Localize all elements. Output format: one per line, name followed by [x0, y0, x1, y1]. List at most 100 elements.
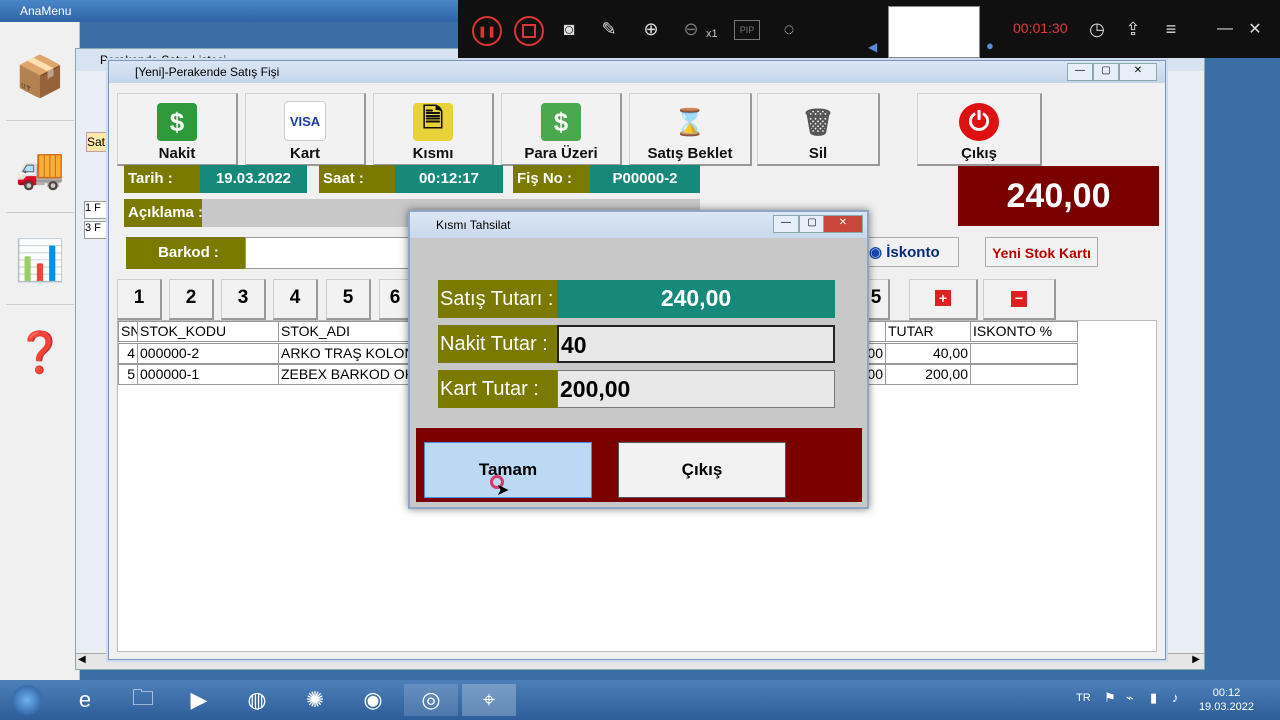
grid-cell-code[interactable]: 000000-2 [137, 343, 279, 364]
background-tab[interactable]: Satı [86, 132, 110, 152]
tray-time: 00:12 [1212, 687, 1241, 699]
warehouse-boxes-icon[interactable]: 📦 [6, 32, 74, 121]
grid-cell-name[interactable]: ARKO TRAŞ KOLONY [278, 343, 410, 364]
speaker-icon[interactable]: ◀ [868, 40, 877, 54]
cash-button-label: Nakit [158, 145, 196, 162]
camera-icon[interactable]: ◙ [556, 16, 582, 42]
anamenu-title: AnaMenu [20, 4, 72, 18]
partial-button[interactable]: 🗎 Kısmı [373, 93, 494, 166]
number-button-1[interactable]: 1 [117, 279, 162, 320]
pause-icon[interactable]: ❚❚ [472, 16, 502, 46]
barcode-scanner-app-icon[interactable]: ⌖ [462, 684, 516, 716]
mouse-cursor-icon: ➤ [496, 482, 510, 499]
grid-header-sn[interactable]: SN [118, 321, 138, 342]
number-button-5[interactable]: 5 [326, 279, 371, 320]
time-value: 00:12:17 [395, 165, 503, 193]
grid-cell-total[interactable]: 200,00 [885, 364, 971, 385]
close-icon[interactable]: ✕ [1242, 16, 1268, 42]
zoom-out-icon[interactable]: ⊖ [678, 16, 704, 42]
cash-amount-input[interactable]: 40 [557, 325, 835, 363]
barcode-label: Barkod : [126, 237, 247, 269]
grid-cell-sn[interactable]: 5 [118, 364, 138, 385]
volume-icon[interactable]: ♪ [1172, 690, 1179, 705]
time-label: Saat : [319, 165, 397, 193]
fan-app-icon[interactable]: ✺ [288, 684, 342, 716]
grid-header-discount[interactable]: ISKONTO % [970, 321, 1078, 342]
hold-sale-button[interactable]: ⌛ Satış Beklet [629, 93, 752, 166]
dialog-close-button[interactable]: ✕ [823, 215, 863, 233]
grid-cell-total[interactable]: 40,00 [885, 343, 971, 364]
timer-icon[interactable]: ◷ [1084, 16, 1110, 42]
change-button[interactable]: $ Para Üzeri [501, 93, 622, 166]
export-icon[interactable]: ⇪ [1120, 16, 1146, 42]
date-value: 19.03.2022 [200, 165, 307, 193]
maximize-button[interactable]: ▢ [1093, 63, 1119, 81]
internet-explorer-icon[interactable]: e [58, 684, 112, 716]
number-button-2[interactable]: 2 [169, 279, 214, 320]
grid-header-code[interactable]: STOK_KODU [137, 321, 279, 342]
dialog-titlebar: Kısmı Tahsilat — ▢ ✕ [410, 212, 867, 238]
chrome-icon[interactable]: ◉ [346, 684, 400, 716]
zoom-in-icon[interactable]: ⊕ [638, 16, 664, 42]
window-titlebar: [Yeni]-Perakende Satış Fişi — ▢ ✕ [109, 61, 1165, 83]
grid-cell-discount[interactable] [970, 343, 1078, 364]
remove-quantity-button[interactable]: − [983, 279, 1056, 320]
trash-icon: 🗑 [801, 106, 835, 137]
preview-thumbnail[interactable] [888, 6, 980, 58]
scroll-right-icon[interactable]: ▶ [1192, 654, 1200, 665]
coins-icon: $ [541, 103, 581, 141]
barcode-input[interactable] [245, 237, 415, 269]
delete-button[interactable]: 🗑 Sil [757, 93, 880, 166]
new-stock-card-button[interactable]: Yeni Stok Kartı [985, 237, 1098, 267]
cash-button[interactable]: $ Nakit [117, 93, 238, 166]
discount-button[interactable]: ◉ İskonto [864, 237, 959, 267]
total-amount-display: 240,00 [958, 166, 1159, 226]
network-icon[interactable]: ▮ [1150, 690, 1157, 706]
minimize-icon[interactable]: — [1212, 16, 1238, 42]
number-button-4[interactable]: 4 [273, 279, 318, 320]
power-plug-icon[interactable]: ⌁ [1126, 690, 1134, 706]
stop-icon[interactable] [514, 16, 544, 46]
action-center-icon[interactable]: ⚑ [1104, 690, 1116, 706]
grid-header-name[interactable]: STOK_ADI [278, 321, 410, 342]
grid-cell-code[interactable]: 000000-1 [137, 364, 279, 385]
tray-clock[interactable]: 00:12 19.03.2022 [1199, 686, 1254, 714]
documents-icon: 🗎 [413, 103, 453, 141]
receipt-no-label: Fiş No : [513, 165, 592, 193]
grid-cell-discount[interactable] [970, 364, 1078, 385]
grid-cell-sn[interactable]: 4 [118, 343, 138, 364]
add-quantity-button[interactable]: + [909, 279, 978, 320]
card-amount-input[interactable]: 200,00 [557, 370, 835, 408]
grid-cell-name[interactable]: ZEBEX BARKOD OKU [278, 364, 410, 385]
help-icon[interactable]: ❓ [6, 308, 74, 396]
date-label: Tarih : [124, 165, 202, 193]
card-button-label: Kart [289, 145, 320, 162]
delivery-truck-icon[interactable]: 🚚 [6, 124, 74, 213]
settings-icon[interactable]: ≡ [1158, 16, 1184, 42]
dialog-button-bar: Tamam Çıkış [416, 428, 862, 502]
dialog-minimize-button[interactable]: — [773, 215, 799, 233]
dialog-exit-button[interactable]: Çıkış [618, 442, 786, 498]
dialog-maximize-button[interactable]: ▢ [799, 215, 825, 233]
scroll-left-icon[interactable]: ◀ [78, 654, 86, 665]
microphone-icon[interactable]: ● [986, 38, 994, 53]
pencil-icon[interactable]: ✎ [596, 16, 622, 42]
exit-button[interactable]: ⏻ Çıkış [917, 93, 1042, 166]
background-row: 3 F [84, 221, 110, 239]
close-button[interactable]: ✕ [1119, 63, 1157, 81]
sale-total-value: 240,00 [557, 280, 835, 318]
file-explorer-icon[interactable]: 🗀 [116, 684, 170, 716]
media-player-icon[interactable]: ▶ [172, 684, 226, 716]
firefox-icon[interactable]: ◍ [230, 684, 284, 716]
minimize-button[interactable]: — [1067, 63, 1093, 81]
language-indicator[interactable]: TR [1076, 692, 1091, 704]
grid-header-total[interactable]: TUTAR [885, 321, 971, 342]
bar-chart-icon[interactable]: 📊 [6, 216, 74, 305]
number-button-3[interactable]: 3 [221, 279, 266, 320]
pip-button[interactable]: PIP [734, 20, 760, 40]
plus-icon: + [935, 290, 951, 306]
recorder-app-icon[interactable]: ◎ [404, 684, 458, 716]
card-button[interactable]: VISA Kart [245, 93, 366, 166]
start-button[interactable] [0, 684, 54, 716]
hide-cursor-icon[interactable]: ◌ [776, 16, 802, 42]
